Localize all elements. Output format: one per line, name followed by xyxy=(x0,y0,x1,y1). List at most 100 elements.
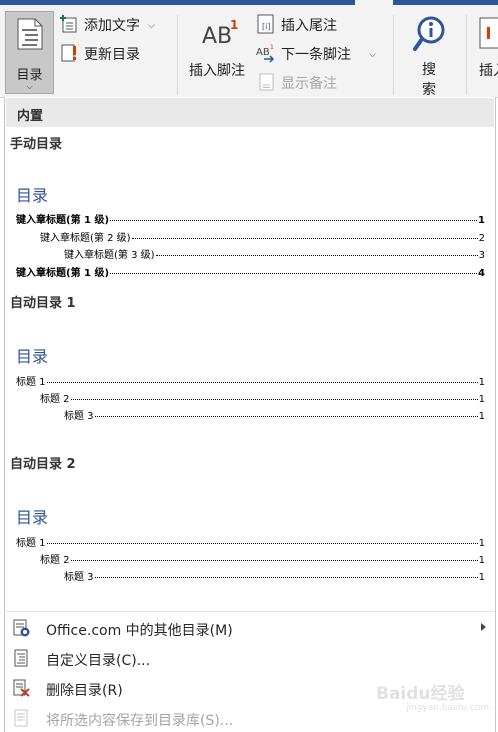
show-notes-button[interactable]: 显示备注 xyxy=(256,71,356,93)
dot-leader xyxy=(94,416,478,417)
search-label-line1: 搜 xyxy=(422,62,436,78)
next-footnote-icon: AB 1 xyxy=(256,44,275,63)
toc-entry: 标题 2 1 xyxy=(40,390,485,405)
dot-leader xyxy=(131,238,478,239)
auto-toc-1-heading: 目录 xyxy=(16,347,49,366)
office-toc-icon xyxy=(13,619,30,637)
toc-entry-page: 1 xyxy=(478,572,485,583)
toc-entry-page: 3 xyxy=(478,250,485,261)
insert-footnote-label: 插入脚注 xyxy=(189,63,245,79)
insert-partial-label: 插入 xyxy=(479,63,498,79)
toc-entry-text: 标题 1 xyxy=(16,538,46,549)
toc-entry: 键入章标题(第 2 级) 2 xyxy=(40,229,485,244)
menu-item-label: 删除目录(R) xyxy=(46,683,123,699)
endnote-icon: [i] xyxy=(257,14,274,34)
toc-entry-page: 1 xyxy=(478,555,485,566)
menu-item-label: 将所选内容保存到目录库(S)... xyxy=(46,713,234,729)
toc-entry-page: 1 xyxy=(478,377,485,388)
save-selection-icon xyxy=(14,709,28,727)
footnote-ab-icon: AB 1 xyxy=(202,18,238,49)
toc-entry-text: 标题 3 xyxy=(64,411,94,422)
menu-item-custom-toc[interactable]: 自定义目录(C)... xyxy=(6,644,494,672)
toc-entry: 标题 3 1 xyxy=(64,407,485,422)
add-text-icon xyxy=(60,15,77,33)
insert-doc-icon xyxy=(479,17,498,49)
svg-text:1: 1 xyxy=(230,18,238,32)
dot-leader xyxy=(110,220,478,221)
remove-toc-icon xyxy=(13,679,30,697)
dot-leader xyxy=(46,543,478,544)
toc-button-label: 目录 xyxy=(16,68,43,83)
auto-toc-2-title: 自动目录 2 xyxy=(10,457,76,472)
group-separator xyxy=(393,15,394,95)
search-icon xyxy=(413,16,445,51)
baidu-watermark: Baidu经验 jingyan.baidu.com xyxy=(376,673,494,723)
insert-endnote-button[interactable]: [i] 插入尾注 xyxy=(256,13,356,35)
manual-toc-title: 手动目录 xyxy=(10,137,63,152)
toc-document-icon xyxy=(17,18,43,50)
toc-entry-page: 1 xyxy=(478,538,485,549)
dot-leader xyxy=(46,382,478,383)
svg-text:[i]: [i] xyxy=(262,22,270,31)
search-button[interactable]: 搜 索 xyxy=(406,13,454,98)
toc-entry-text: 标题 3 xyxy=(64,572,94,583)
submenu-arrow-icon xyxy=(481,623,486,631)
chevron-down-icon: ⌵ xyxy=(369,50,376,60)
menu-item-label: Office.com 中的其他目录(M) xyxy=(46,623,233,639)
toc-entry-text: 键入章标题(第 3 级) xyxy=(64,250,155,261)
group-separator xyxy=(466,15,467,95)
show-notes-label: 显示备注 xyxy=(281,76,337,92)
update-toc-label: 更新目录 xyxy=(84,47,140,63)
insert-endnote-label: 插入尾注 xyxy=(281,18,337,34)
watermark-text: Baidu经验 xyxy=(376,684,465,704)
auto-toc-2-heading: 目录 xyxy=(16,508,49,527)
watermark-subtext: jingyan.baidu.com xyxy=(406,703,490,713)
toc-entry: 键入章标题(第 1 级) 1 xyxy=(16,211,485,226)
toc-entry-text: 键入章标题(第 2 级) xyxy=(40,233,131,244)
custom-toc-icon xyxy=(14,649,28,667)
update-toc-button[interactable]: 更新目录 xyxy=(60,42,170,64)
insert-footnote-button[interactable]: AB 1 插入脚注 xyxy=(184,13,252,93)
auto-toc-1-title: 自动目录 1 xyxy=(10,296,76,311)
toc-entry-page: 1 xyxy=(478,215,485,226)
dot-leader xyxy=(94,577,478,578)
manual-toc-heading: 目录 xyxy=(16,186,49,205)
menu-item-label: 自定义目录(C)... xyxy=(46,653,151,669)
chevron-down-icon: ⌵ xyxy=(26,82,33,91)
next-footnote-button[interactable]: AB 1 下一条脚注 ⌵ xyxy=(256,42,380,64)
toc-button[interactable]: 目录 ⌵ xyxy=(5,11,54,94)
toc-entry-text: 键入章标题(第 1 级) xyxy=(16,215,110,226)
dot-leader xyxy=(155,255,478,256)
dot-leader xyxy=(70,399,478,400)
toc-entry: 标题 1 1 xyxy=(16,373,485,388)
dot-leader xyxy=(110,273,478,274)
menu-separator xyxy=(6,611,494,612)
insert-partial-button[interactable]: 插入 xyxy=(476,13,498,93)
toc-entry: 键入章标题(第 3 级) 3 xyxy=(64,246,485,261)
toc-entry: 键入章标题(第 1 级) 4 xyxy=(16,264,485,279)
svg-text:1: 1 xyxy=(270,44,274,51)
dot-leader xyxy=(70,560,478,561)
update-toc-icon xyxy=(61,44,76,62)
toc-entry: 标题 2 1 xyxy=(40,551,485,566)
search-label-line2: 索 xyxy=(422,82,436,98)
svg-text:AB: AB xyxy=(256,47,270,58)
toc-entry: 标题 1 1 xyxy=(16,534,485,549)
chevron-down-icon: ⌵ xyxy=(148,21,155,31)
next-footnote-label: 下一条脚注 xyxy=(281,47,351,63)
toc-dropdown-panel: 内置 手动目录 目录 键入章标题(第 1 级) 1 键入章标题(第 2 级) 2 键… xyxy=(4,97,496,732)
add-text-button[interactable]: 添加文字 ⌵ xyxy=(60,13,172,35)
gallery-section-header: 内置 xyxy=(6,98,494,127)
toc-entry-page: 4 xyxy=(478,268,485,279)
toc-entry-page: 1 xyxy=(478,411,485,422)
menu-item-office-toc[interactable]: Office.com 中的其他目录(M) xyxy=(6,614,494,642)
builtin-header-label: 内置 xyxy=(17,109,44,124)
svg-text:AB: AB xyxy=(202,24,232,49)
ribbon-references: 目录 ⌵ 添加文字 ⌵ 更新目录 AB 1 插入脚注 [i] 插入尾注 AB 1… xyxy=(0,5,498,98)
toc-entry-page: 1 xyxy=(478,394,485,405)
toc-entry-text: 标题 2 xyxy=(40,394,70,405)
toc-entry-text: 键入章标题(第 1 级) xyxy=(16,268,110,279)
toc-entry: 标题 3 1 xyxy=(64,568,485,583)
show-notes-icon xyxy=(259,73,274,91)
toc-entry-text: 标题 1 xyxy=(16,377,46,388)
